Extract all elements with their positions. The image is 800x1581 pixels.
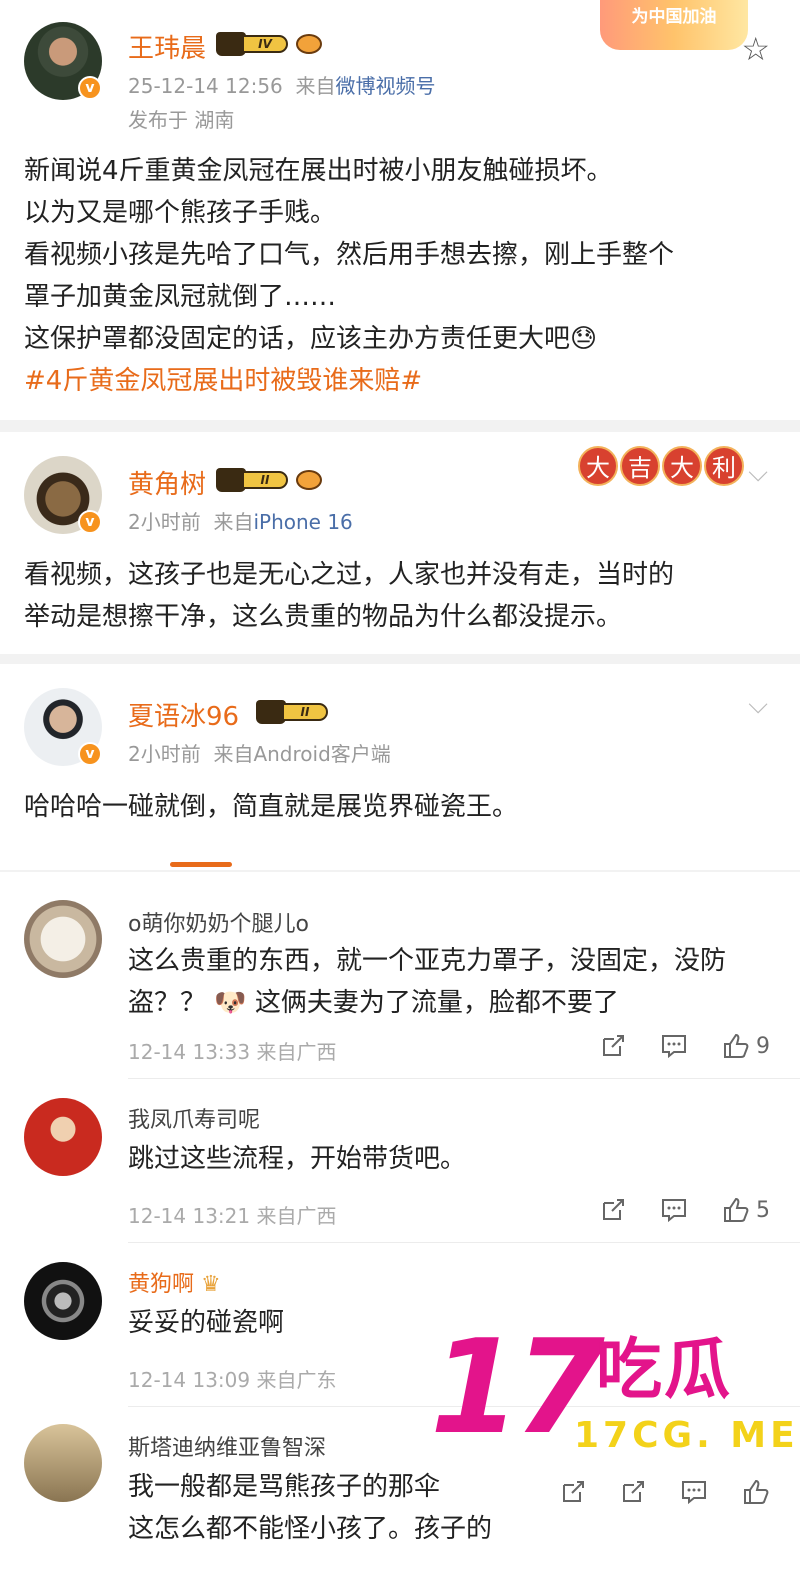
post-location: 发布于 湖南 — [128, 108, 235, 132]
avatar[interactable] — [24, 1424, 102, 1502]
avatar[interactable] — [24, 1098, 102, 1176]
thumbs-up-icon — [724, 1197, 749, 1222]
like-button[interactable]: 5 — [722, 1196, 770, 1224]
comment-author[interactable]: o萌你奶奶个腿儿o — [128, 906, 309, 938]
comment-meta: 12-14 13:33 来自广西 — [128, 1040, 337, 1064]
like-button[interactable]: 9 — [722, 1032, 770, 1060]
crown-icon: ♛ — [201, 1272, 221, 1297]
thumbs-up-icon — [744, 1479, 769, 1504]
avatar[interactable] — [24, 1262, 102, 1340]
fish-icon — [296, 34, 322, 54]
reply-icon[interactable] — [660, 1033, 688, 1059]
share-icon[interactable] — [560, 1479, 586, 1505]
comment-text: 我一般都是骂熊孩子的那伞 这怎么都不能怪小孩了。孩子的 — [128, 1472, 493, 1544]
lucky-badge: 大吉大利 — [578, 446, 744, 486]
comment-author[interactable]: 黄狗啊 ♛ — [128, 1266, 221, 1298]
post-body: 哈哈哈一碰就倒，简直就是展览界碰瓷王。 — [24, 792, 519, 822]
username[interactable]: 黄角树 — [128, 464, 206, 501]
comment-meta: 12-14 13:09 来自广东 — [128, 1368, 337, 1392]
watermark-name: 吃瓜 — [596, 1331, 732, 1408]
avatar[interactable] — [24, 900, 102, 978]
divider — [128, 1242, 800, 1243]
campaign-banner[interactable]: 为中国加油 — [600, 0, 748, 50]
reply-icon[interactable] — [660, 1197, 688, 1223]
watermark-url: 17CG. ME — [574, 1415, 799, 1456]
post-body: 看视频，这孩子也是无心之过，人家也并没有走，当时的 举动是想擦干净，这么贵重的物… — [24, 560, 675, 632]
source-link[interactable]: 微博视频号 — [336, 74, 436, 98]
share-icon[interactable] — [600, 1033, 626, 1059]
star-icon[interactable]: ☆ — [741, 30, 770, 68]
comment-text: 跳过这些流程，开始带货吧。 — [128, 1144, 467, 1174]
thumbs-up-icon — [724, 1033, 749, 1058]
share-icon[interactable] — [600, 1197, 626, 1223]
main-post: 为中国加油 ☆ v 王玮晨 IV 25-12-14 12:56 来自微博视频号 … — [0, 0, 800, 420]
source-link[interactable]: iPhone 16 — [253, 510, 352, 534]
like-button[interactable] — [742, 1478, 770, 1506]
username[interactable]: 夏语冰96 — [128, 696, 239, 733]
comment-actions: 9 — [600, 1032, 770, 1060]
share-icon[interactable] — [620, 1479, 646, 1505]
verified-badge: v — [78, 76, 102, 100]
chevron-down-icon[interactable]: ⌵ — [748, 458, 768, 489]
level-badge: IV — [216, 32, 294, 56]
reply-post-2: v 夏语冰96 II 2小时前 来自Android客户端 ⌵ 哈哈哈一碰就倒，简… — [0, 664, 800, 846]
verified-badge: v — [78, 742, 102, 766]
divider — [128, 1078, 800, 1079]
post-meta: 2小时前 来自iPhone 16 — [128, 510, 353, 534]
fish-icon — [296, 470, 322, 490]
comment-actions — [560, 1478, 770, 1506]
post-meta: 25-12-14 12:56 来自微博视频号 — [128, 74, 436, 98]
comment-actions: 5 — [600, 1196, 770, 1224]
comment-text: 妥妥的碰瓷啊 — [128, 1308, 285, 1338]
comment-author[interactable]: 我凤爪寿司呢 — [128, 1102, 260, 1134]
verified-badge: v — [78, 510, 102, 534]
like-count: 9 — [756, 1033, 770, 1059]
active-tab-indicator — [170, 862, 232, 867]
like-count: 5 — [756, 1197, 770, 1223]
comment-text: 这么贵重的东西，就一个亚克力罩子，没固定，没防 盗？？ 🐶 这俩夫妻为了流量，脸… — [128, 946, 727, 1018]
post-meta: 2小时前 来自Android客户端 — [128, 742, 391, 766]
post-body: 新闻说4斤重黄金凤冠在展出时被小朋友触碰损坏。 以为又是哪个熊孩子手贱。 看视频… — [24, 150, 776, 402]
reply-icon[interactable] — [680, 1479, 708, 1505]
comment-author[interactable]: 斯塔迪纳维亚鲁智深 — [128, 1430, 326, 1462]
chevron-down-icon[interactable]: ⌵ — [748, 690, 768, 721]
username[interactable]: 王玮晨 — [128, 28, 206, 65]
comment-list: o萌你奶奶个腿儿o 这么贵重的东西，就一个亚克力罩子，没固定，没防 盗？？ 🐶 … — [0, 872, 800, 1581]
level-badge: II — [256, 700, 334, 724]
comment-tab-bar — [0, 846, 800, 870]
comment-meta: 12-14 13:21 来自广西 — [128, 1204, 337, 1228]
topic-link[interactable]: #4斤黄金凤冠展出时被毁谁来赔# — [24, 360, 776, 402]
level-badge: II — [216, 468, 294, 492]
